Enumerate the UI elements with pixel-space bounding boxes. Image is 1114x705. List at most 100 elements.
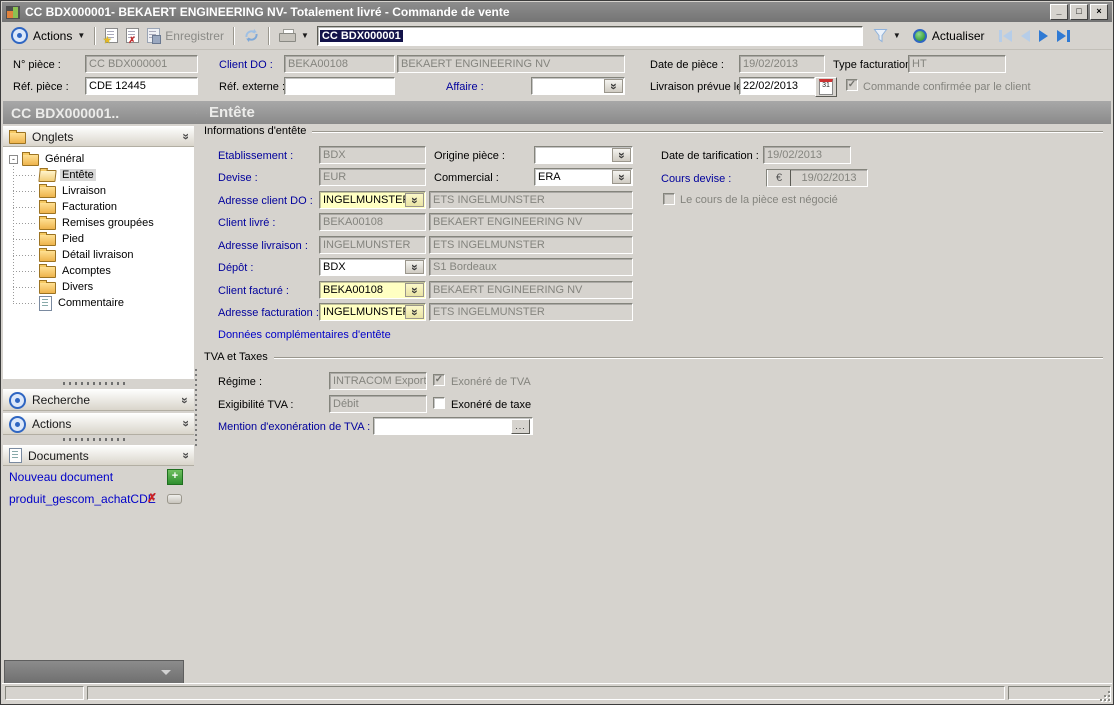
titlebar: CC BDX000001- BEKAERT ENGINEERING NV- To…	[2, 2, 1112, 22]
tree-item-remises-groupees[interactable]: Remises groupées	[39, 215, 156, 231]
donnees-complementaires-link[interactable]: Données complémentaires d'entête	[218, 329, 391, 341]
documents-panel-header[interactable]: Documents «	[3, 445, 194, 466]
ellipsis-button[interactable]: ...	[511, 419, 530, 434]
tree-item-divers[interactable]: Divers	[39, 279, 95, 295]
mention-exoneration-label[interactable]: Mention d'exonération de TVA :	[218, 421, 370, 433]
print-document-item-icon[interactable]	[167, 494, 182, 504]
chevron-down-icon: »	[609, 83, 619, 89]
print-button[interactable]: ▼	[275, 27, 313, 44]
cours-negocie-checkbox[interactable]	[663, 193, 675, 205]
adresse-client-do-label[interactable]: Adresse client DO :	[218, 195, 313, 207]
collapse-panel-icon[interactable]: «	[180, 134, 190, 140]
mention-exoneration-field[interactable]: ...	[373, 417, 533, 435]
onglets-panel-header[interactable]: Onglets «	[3, 126, 194, 147]
resize-grip[interactable]	[1097, 688, 1110, 701]
chevron-down-icon: ▼	[893, 31, 901, 40]
commercial-combo-button[interactable]: »	[612, 170, 631, 184]
calendar-button[interactable]: 31	[815, 77, 837, 97]
adresse-facturation-label[interactable]: Adresse facturation :	[218, 307, 319, 319]
commercial-combo[interactable]: ERA »	[534, 168, 633, 186]
tabs-tree: - Général Entête Livraison Facturation	[3, 147, 194, 379]
exonere-tva-checkbox[interactable]: ✓	[433, 374, 445, 386]
client-do-label[interactable]: Client DO :	[219, 59, 273, 71]
ref-piece-field[interactable]: CDE 12445	[85, 77, 198, 95]
collapse-panel-icon[interactable]: «	[180, 453, 190, 459]
actualiser-icon	[913, 29, 927, 43]
collapse-panel-icon[interactable]: «	[180, 421, 190, 427]
origine-piece-combo[interactable]: »	[534, 146, 633, 164]
info-group-legend: Informations d'entête	[204, 125, 312, 137]
adresse-livraison-field: INGELMUNSTER	[319, 236, 426, 254]
previous-record-icon	[1021, 30, 1030, 42]
new-document-button[interactable]: ★	[101, 26, 122, 45]
adresse-facturation-combo[interactable]: INGELMUNSTER »	[319, 303, 426, 321]
tree-item-pied[interactable]: Pied	[39, 231, 86, 247]
cours-devise-field: € 19/02/2013	[766, 169, 868, 187]
delete-document-button[interactable]: ✗	[122, 26, 143, 45]
last-record-button[interactable]	[1057, 30, 1070, 42]
tree-expander-icon[interactable]: -	[9, 155, 18, 164]
previous-record-button[interactable]	[1021, 30, 1030, 42]
client-facture-label[interactable]: Client facturé :	[218, 285, 289, 297]
status-panel-right	[1008, 686, 1111, 700]
tree-item-general[interactable]: - Général	[9, 151, 86, 167]
maximize-button[interactable]: □	[1070, 4, 1088, 20]
new-document-link[interactable]: Nouveau document	[9, 470, 113, 484]
folder-icon	[39, 250, 56, 262]
refresh-button[interactable]	[240, 26, 263, 45]
commande-confirmee-checkbox[interactable]: ✓	[846, 79, 858, 91]
cours-devise-label[interactable]: Cours devise :	[661, 173, 731, 185]
actions-menu-button[interactable]: Actions ▼	[7, 25, 89, 46]
depot-combo[interactable]: BDX »	[319, 258, 426, 276]
euro-button[interactable]: €	[767, 169, 791, 187]
regime-label: Régime :	[218, 376, 262, 388]
panel-splitter-handle[interactable]	[63, 382, 129, 385]
add-document-button[interactable]: +	[167, 469, 183, 485]
affaire-combo[interactable]: »	[531, 77, 625, 95]
affaire-combo-button[interactable]: »	[604, 79, 623, 93]
tree-item-facturation[interactable]: Facturation	[39, 199, 119, 215]
toolbar: Actions ▼ ★ ✗ Enregistrer ▼	[2, 22, 1112, 50]
filter-button[interactable]: ▼	[869, 26, 905, 45]
recherche-panel-header[interactable]: Recherche »	[3, 389, 194, 411]
document-item-link[interactable]: produit_gescom_achatCDE	[9, 492, 156, 506]
panel-splitter-handle[interactable]	[63, 438, 129, 441]
livraison-prevue-field[interactable]: 22/02/2013	[739, 77, 815, 95]
affaire-label[interactable]: Affaire :	[446, 81, 484, 93]
etablissement-field: BDX	[319, 146, 426, 164]
folder-icon	[39, 266, 56, 278]
refresh-data-button[interactable]: Actualiser	[909, 27, 989, 45]
depot-label: Dépôt :	[218, 262, 253, 274]
sidebar-bottom-dropdown[interactable]	[4, 660, 184, 684]
exonere-taxe-checkbox[interactable]	[433, 397, 445, 409]
tree-item-livraison[interactable]: Livraison	[39, 183, 108, 199]
sidebar-main-splitter[interactable]	[195, 369, 197, 447]
client-facture-combo-button[interactable]: »	[405, 283, 424, 297]
actions-panel-label: Actions	[32, 417, 71, 431]
next-record-button[interactable]	[1039, 30, 1048, 42]
actions-panel-header[interactable]: Actions «	[3, 413, 194, 435]
tree-item-acomptes[interactable]: Acomptes	[39, 263, 113, 279]
depot-combo-button[interactable]: »	[405, 260, 424, 274]
document-reference-input[interactable]: CC BDX000001	[317, 26, 863, 46]
adresse-client-do-combo[interactable]: INGELMUNSTER »	[319, 191, 426, 209]
origine-combo-button[interactable]: »	[612, 148, 631, 162]
tree-item-entete[interactable]: Entête	[39, 167, 96, 183]
first-record-button[interactable]	[999, 30, 1012, 42]
delete-document-icon: ✗	[126, 28, 139, 43]
ref-externe-field[interactable]	[284, 77, 395, 95]
close-button[interactable]: ×	[1090, 4, 1108, 20]
chevron-down-icon: »	[410, 197, 420, 203]
expand-panel-icon[interactable]: »	[180, 397, 190, 403]
save-button[interactable]: Enregistrer	[143, 26, 228, 45]
client-livre-code-field: BEKA00108	[319, 213, 426, 231]
client-facture-combo[interactable]: BEKA00108 »	[319, 281, 426, 299]
adresse-client-do-combo-button[interactable]: »	[405, 193, 424, 207]
delete-document-item-icon[interactable]: ✗	[147, 491, 157, 505]
minimize-button[interactable]: _	[1050, 4, 1068, 20]
tree-item-commentaire[interactable]: Commentaire	[39, 295, 126, 311]
adresse-facturation-combo-button[interactable]: »	[405, 305, 424, 319]
tree-item-detail-livraison[interactable]: Détail livraison	[39, 247, 136, 263]
devise-label: Devise :	[218, 172, 258, 184]
onglets-panel-label: Onglets	[32, 130, 73, 144]
